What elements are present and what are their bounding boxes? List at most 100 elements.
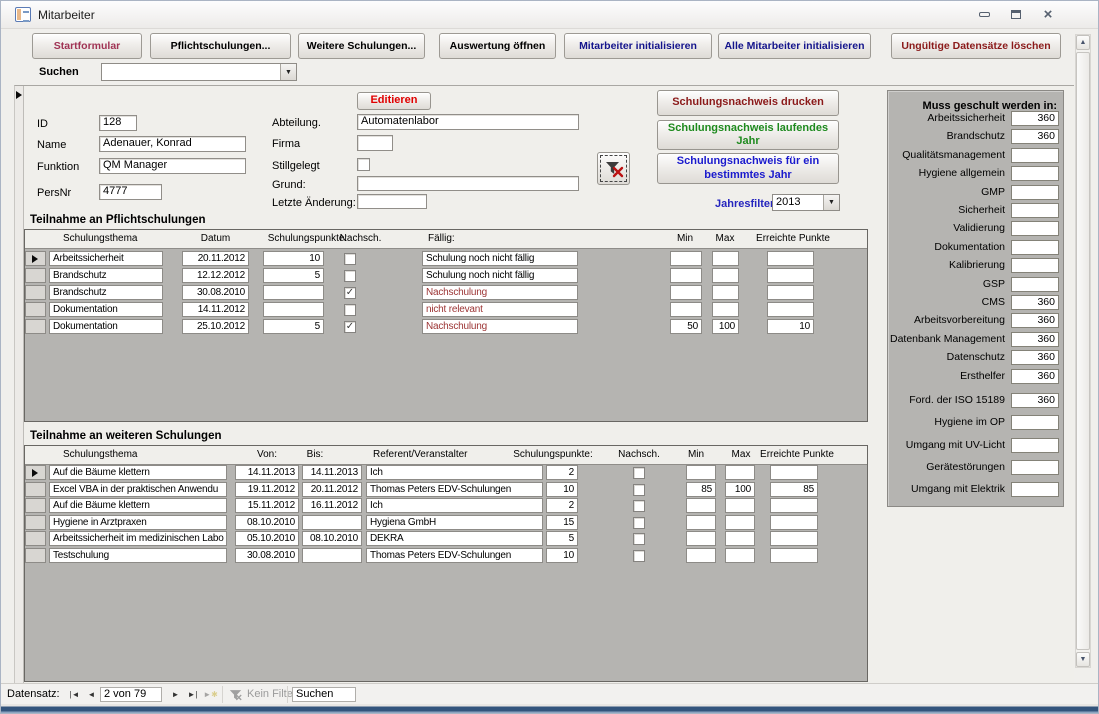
record-position-box[interactable]: 2 von 79 (100, 687, 162, 702)
stillgelegt-checkbox[interactable] (357, 158, 370, 171)
training-interval-field[interactable] (1011, 438, 1059, 453)
training-interval-field[interactable]: 360 (1011, 111, 1059, 126)
nachschulung-checkbox[interactable] (344, 253, 356, 265)
training-interval-field[interactable] (1011, 415, 1059, 430)
table-cell[interactable]: 12.12.2012 (182, 268, 249, 283)
nachschulung-checkbox[interactable] (633, 517, 645, 529)
table-cell[interactable] (670, 251, 702, 266)
filter-status-label[interactable]: Kein Filter (247, 688, 297, 700)
table-cell[interactable]: Arbeitssicherheit (49, 251, 163, 266)
table-cell[interactable] (686, 548, 716, 563)
ungueltige-loeschen-button[interactable]: Ungültige Datensätze löschen (891, 33, 1061, 59)
training-interval-field[interactable] (1011, 203, 1059, 218)
row-selector-cell[interactable] (25, 515, 46, 530)
table-cell[interactable]: 14.11.2012 (182, 302, 249, 317)
table-cell[interactable]: 16.11.2012 (302, 498, 362, 513)
training-interval-field[interactable] (1011, 221, 1059, 236)
nachschulung-checkbox[interactable] (633, 533, 645, 545)
table-cell[interactable]: Thomas Peters EDV-Schulungen (366, 548, 543, 563)
table-cell[interactable]: 15 (546, 515, 578, 530)
previous-record-button[interactable]: ◄ (84, 688, 99, 701)
table-cell[interactable]: 20.11.2012 (302, 482, 362, 497)
persnr-field[interactable]: 4777 (99, 184, 162, 200)
alle-mitarbeiter-init-button[interactable]: Alle Mitarbeiter initialisieren (718, 33, 871, 59)
table-cell[interactable]: nicht relevant (422, 302, 578, 317)
table-cell[interactable]: Excel VBA in der praktischen Anwendu (49, 482, 227, 497)
row-selector-cell[interactable] (25, 251, 46, 266)
table-cell[interactable]: Dokumentation (49, 302, 163, 317)
table-cell[interactable] (770, 531, 818, 546)
row-selector-cell[interactable] (25, 531, 46, 546)
record-selector-strip[interactable] (15, 86, 24, 683)
auswertung-oeffnen-button[interactable]: Auswertung öffnen (439, 33, 556, 59)
scroll-up-button[interactable]: ▲ (1076, 35, 1090, 50)
row-selector-cell[interactable] (25, 548, 46, 563)
table-cell[interactable]: 14.11.2013 (235, 465, 299, 480)
table-cell[interactable]: 08.10.2010 (235, 515, 299, 530)
firma-field[interactable] (357, 135, 393, 151)
mitarbeiter-init-button[interactable]: Mitarbeiter initialisieren (564, 33, 712, 59)
restore-button[interactable] (1003, 6, 1029, 23)
table-cell[interactable]: 20.11.2012 (182, 251, 249, 266)
table-cell[interactable] (263, 285, 324, 300)
table-cell[interactable] (712, 268, 739, 283)
table-cell[interactable]: Ich (366, 465, 543, 480)
nachschulung-checkbox[interactable] (344, 304, 356, 316)
table-cell[interactable] (767, 268, 814, 283)
table-cell[interactable]: 5 (546, 531, 578, 546)
id-field[interactable]: 128 (99, 115, 137, 131)
letzte-aenderung-field[interactable] (357, 194, 427, 209)
table-cell[interactable] (686, 498, 716, 513)
nachschulung-checkbox[interactable]: ✓ (344, 287, 356, 299)
startformular-button[interactable]: Startformular (32, 33, 142, 59)
table-cell[interactable]: 5 (263, 319, 324, 334)
training-interval-field[interactable]: 360 (1011, 295, 1059, 310)
table-cell[interactable]: 85 (686, 482, 716, 497)
row-selector-cell[interactable] (25, 482, 46, 497)
table-cell[interactable]: 25.10.2012 (182, 319, 249, 334)
training-interval-field[interactable] (1011, 460, 1059, 475)
row-selector-cell[interactable] (25, 498, 46, 513)
table-cell[interactable] (767, 302, 814, 317)
table-cell[interactable]: 15.11.2012 (235, 498, 299, 513)
row-selector-cell[interactable] (25, 465, 46, 480)
training-interval-field[interactable]: 360 (1011, 313, 1059, 328)
table-cell[interactable] (670, 285, 702, 300)
vertical-scrollbar[interactable]: ▲ ▼ (1075, 34, 1091, 668)
table-cell[interactable]: Brandschutz (49, 268, 163, 283)
table-cell[interactable]: Hygiene in Arztpraxen (49, 515, 227, 530)
training-interval-field[interactable]: 360 (1011, 129, 1059, 144)
table-cell[interactable] (767, 285, 814, 300)
weitere-schulungen-button[interactable]: Weitere Schulungen... (298, 33, 425, 59)
row-selector-cell[interactable] (25, 302, 46, 317)
table-cell[interactable] (712, 302, 739, 317)
table-cell[interactable]: 10 (546, 548, 578, 563)
schulungsnachweis-bestimmtes-jahr-button[interactable]: Schulungsnachweis für ein bestimmtes Jah… (657, 153, 839, 184)
table-cell[interactable]: Thomas Peters EDV-Schulungen (366, 482, 543, 497)
table-cell[interactable]: 100 (725, 482, 755, 497)
jahresfilter-combobox[interactable]: 2013 ▼ (772, 194, 840, 211)
jahresfilter-value[interactable]: 2013 (773, 195, 823, 210)
training-interval-field[interactable] (1011, 166, 1059, 181)
table-cell[interactable]: Hygiena GmbH (366, 515, 543, 530)
table-cell[interactable]: Brandschutz (49, 285, 163, 300)
table-cell[interactable]: 05.10.2010 (235, 531, 299, 546)
training-interval-field[interactable] (1011, 277, 1059, 292)
row-selector-cell[interactable] (25, 319, 46, 334)
table-cell[interactable]: 10 (263, 251, 324, 266)
training-interval-field[interactable]: 360 (1011, 393, 1059, 408)
table-cell[interactable] (725, 531, 755, 546)
table-cell[interactable]: Arbeitssicherheit im medizinischen Labo (49, 531, 227, 546)
table-cell[interactable] (670, 268, 702, 283)
table-cell[interactable]: 2 (546, 465, 578, 480)
nachschulung-checkbox[interactable]: ✓ (344, 321, 356, 333)
table-cell[interactable]: 2 (546, 498, 578, 513)
table-cell[interactable] (670, 302, 702, 317)
training-interval-field[interactable] (1011, 240, 1059, 255)
abteilung-field[interactable]: Automatenlabor (357, 114, 579, 130)
table-cell[interactable] (263, 302, 324, 317)
editieren-button[interactable]: Editieren (357, 92, 431, 110)
row-selector-cell[interactable] (25, 268, 46, 283)
table-cell[interactable] (770, 515, 818, 530)
table-cell[interactable] (686, 465, 716, 480)
